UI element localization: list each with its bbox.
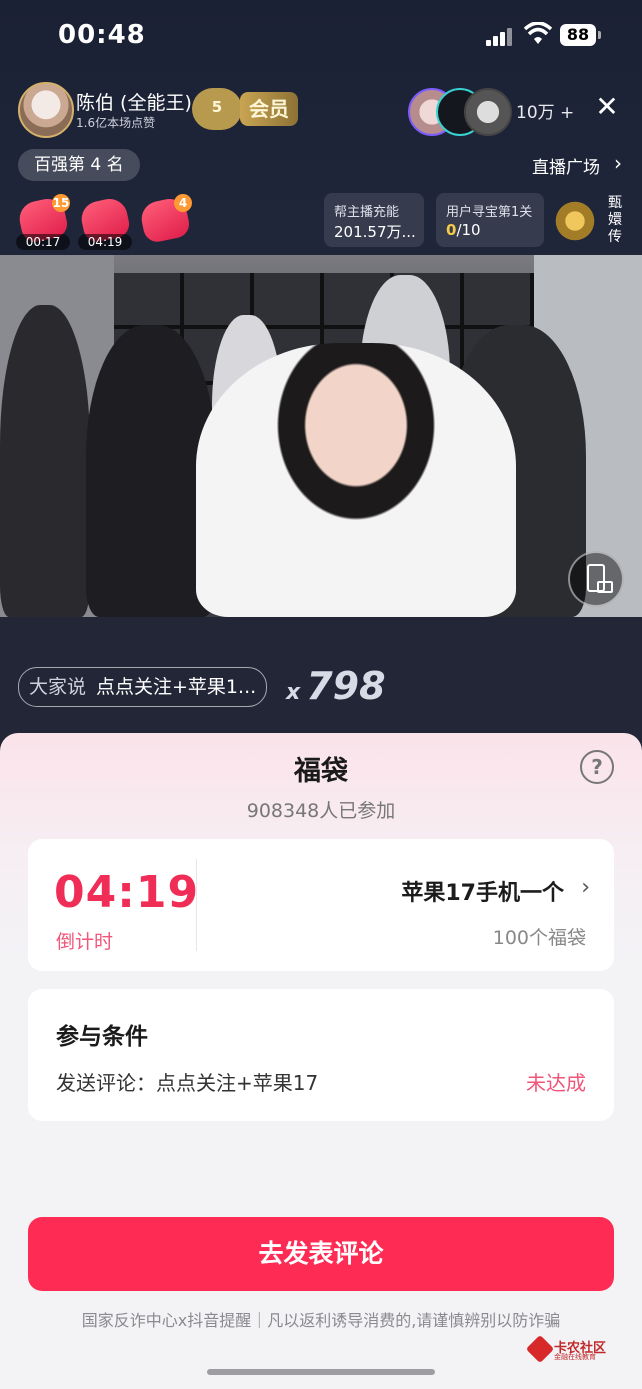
- countdown-time: 04:19: [54, 867, 200, 918]
- sheet-title: 福袋: [294, 756, 348, 787]
- fan-level: 5: [211, 98, 223, 116]
- anti-fraud-notice: 国家反诈中心x抖音提醒｜凡以返利诱导消费的,请谨慎辨别以防诈骗: [81, 1311, 561, 1330]
- wifi-icon: [523, 21, 553, 46]
- battery-icon: 88: [560, 24, 601, 46]
- help-icon[interactable]: ?: [580, 750, 614, 784]
- vip-badge[interactable]: 会员: [240, 92, 298, 126]
- home-indicator[interactable]: [207, 1369, 435, 1375]
- host-avatar[interactable]: [18, 82, 74, 138]
- condition-title: 参与条件: [56, 1024, 148, 1050]
- watermark-logo: 卡农社区 金融在线教育: [525, 1334, 620, 1364]
- watermark-subtitle: 金融在线教育: [554, 1353, 596, 1361]
- post-comment-button[interactable]: 去发表评论: [28, 1217, 614, 1291]
- viewer-count[interactable]: 10万 +: [516, 98, 574, 123]
- viewer-avatar[interactable]: [464, 88, 512, 136]
- participant-count: 908348人已参加: [246, 800, 396, 822]
- condition-card: 参与条件 发送评论：点点关注+苹果17 未达成: [28, 989, 614, 1121]
- suggested-comment-prefix: 大家说: [29, 676, 87, 698]
- chevron-right-icon[interactable]: ›: [614, 151, 622, 175]
- zhen-huan-label: 甄嬛传: [608, 195, 622, 245]
- countdown-label: 倒计时: [56, 931, 114, 953]
- charge-label: 帮主播充能: [334, 205, 400, 220]
- condition-text: 发送评论：点点关注+苹果17: [56, 1071, 319, 1095]
- lucky-bag-sheet: 福袋 ? 908348人已参加 04:19 倒计时 苹果17手机一个 › 100…: [0, 733, 642, 1389]
- rank-badge[interactable]: 百强第 4 名: [18, 149, 140, 181]
- lucky-bag-count: 4: [174, 194, 192, 212]
- suggested-comment-text: 点点关注+苹果1...: [96, 676, 257, 698]
- prize-card[interactable]: 04:19 倒计时 苹果17手机一个 › 100个福袋: [28, 839, 614, 971]
- hairpin-icon: [552, 199, 598, 243]
- zhen-huan-banner[interactable]: 甄嬛传: [552, 193, 632, 251]
- treasure-label: 用户寻宝第1关: [446, 205, 533, 220]
- charge-value: 201.57万...: [334, 223, 416, 241]
- lucky-bag-count: 15: [52, 194, 70, 212]
- charge-card[interactable]: 帮主播充能 201.57万...: [324, 193, 424, 247]
- prize-name[interactable]: 苹果17手机一个: [401, 875, 564, 907]
- status-bar: 00:48 88: [0, 0, 642, 70]
- lucky-bag-button[interactable]: 4: [136, 194, 194, 248]
- treasure-card[interactable]: 用户寻宝第1关 0/10: [436, 193, 544, 247]
- host-name[interactable]: 陈伯 (全能王): [76, 88, 192, 115]
- video-person: [196, 343, 516, 617]
- chevron-right-icon[interactable]: ›: [581, 875, 590, 900]
- treasure-progress: 0/10: [446, 221, 481, 239]
- video-person: [0, 305, 90, 617]
- close-icon[interactable]: ✕: [592, 92, 622, 122]
- lucky-bag-timer: 00:17: [16, 234, 70, 250]
- host-likes: 1.6亿本场点赞: [76, 116, 156, 130]
- lucky-bag-button[interactable]: 04:19: [76, 195, 134, 250]
- live-plaza-link[interactable]: 直播广场: [532, 153, 600, 178]
- status-time: 00:48: [58, 20, 146, 50]
- suggested-comment-pill[interactable]: 大家说 点点关注+苹果1...: [18, 667, 268, 707]
- fan-club-badge[interactable]: 5: [192, 88, 242, 130]
- live-video[interactable]: [0, 255, 642, 617]
- lucky-bag-button[interactable]: 15 00:17: [14, 194, 72, 250]
- prize-quantity: 100个福袋: [492, 927, 586, 949]
- rotate-screen-icon[interactable]: [568, 551, 624, 607]
- condition-status: 未达成: [526, 1071, 586, 1095]
- divider: [196, 859, 197, 951]
- watermark-icon: [525, 1334, 555, 1364]
- lucky-bag-timer: 04:19: [78, 234, 132, 250]
- cellular-signal-icon: [486, 26, 516, 46]
- comment-multiplier: x 798: [286, 664, 386, 708]
